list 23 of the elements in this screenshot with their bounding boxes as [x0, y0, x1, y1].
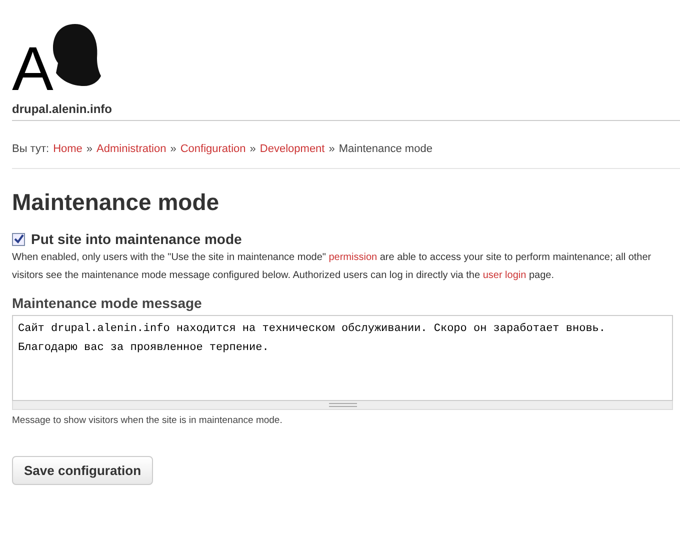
checkbox[interactable] [12, 232, 25, 246]
breadcrumb-separator: » [328, 143, 335, 155]
resize-handle[interactable] [12, 401, 673, 410]
save-button[interactable]: Save configuration [12, 456, 154, 485]
checkbox-label[interactable]: Put site into maintenance mode [31, 231, 242, 247]
text-link[interactable]: user login [482, 270, 526, 281]
logo-letter: A [12, 42, 54, 98]
field-label: Maintenance mode message [12, 295, 202, 311]
breadcrumb-link[interactable]: Development [260, 143, 325, 155]
message-field[interactable]: Сайт drupal.alenin.info находится на техническом обслуживании. Скоро он заработает вновь. Благодарю вас за проявленное терпение. [12, 315, 673, 401]
field-help-text: Message to show visitors when the site is in maintenance mode. [12, 415, 284, 426]
text-link[interactable]: permission [328, 252, 378, 263]
breadcrumb-prefix: Вы тут: [12, 143, 50, 155]
site-name[interactable]: drupal.alenin.info [12, 102, 112, 116]
breadcrumb-separator: » [86, 143, 93, 155]
breadcrumb-link[interactable]: Administration [96, 143, 166, 155]
breadcrumb-separator: » [170, 143, 176, 155]
breadcrumb-link[interactable]: Home [53, 143, 82, 155]
breadcrumb-current: Maintenance mode [338, 143, 432, 155]
breadcrumb-separator: » [250, 143, 256, 155]
page-title: Maintenance mode [12, 189, 220, 216]
breadcrumb-link[interactable]: Configuration [180, 143, 246, 155]
checkbox-description: When enabled, only users with the "Use the site in maintenance mode" permission are able to access your site to perform maintenance; all other visitors see the maintenance mode message configured below. Authorized users can log in directly via the user login page. [12, 251, 652, 283]
